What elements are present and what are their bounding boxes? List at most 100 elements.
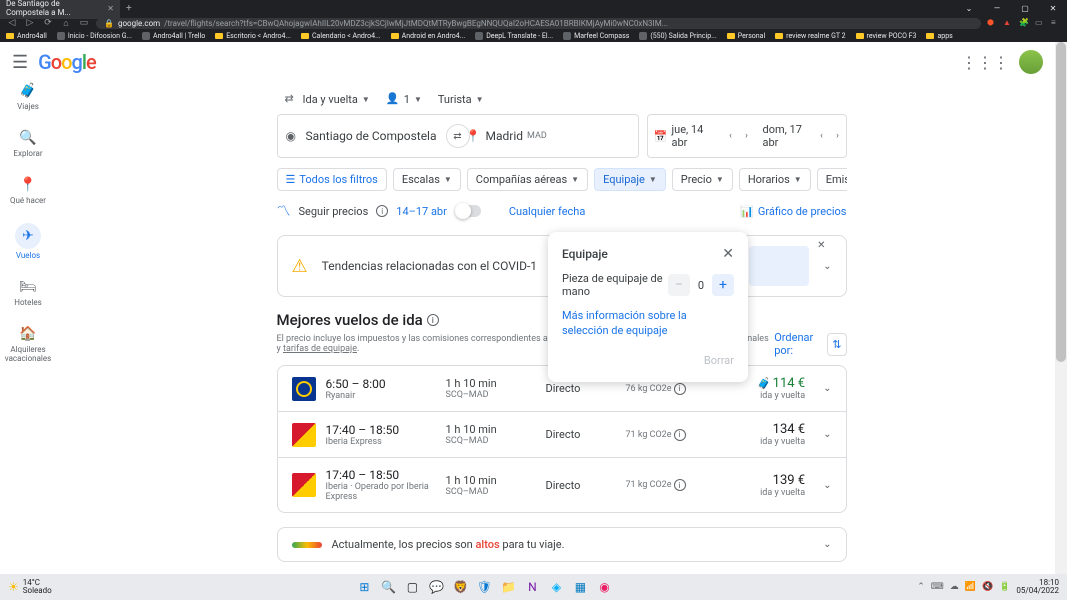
return-prev-button[interactable]: ‹ xyxy=(814,115,830,157)
depart-date-input[interactable]: 📅jue, 14 abr xyxy=(648,115,723,157)
origin-input[interactable]: ◉Santiago de Compostela xyxy=(278,115,458,157)
bookmark-item[interactable]: (550) Salida Princip... xyxy=(639,32,716,40)
depart-prev-button[interactable]: ‹ xyxy=(723,115,739,157)
chevron-down-icon[interactable]: ⌄ xyxy=(823,429,831,440)
scrollbar[interactable] xyxy=(1055,42,1067,574)
app-icon[interactable]: ◉ xyxy=(594,577,614,597)
decrement-button[interactable]: − xyxy=(668,274,690,296)
bookmark-item[interactable]: review realme GT 2 xyxy=(775,32,845,40)
bookmark-item[interactable]: Andro4all | Trello xyxy=(142,32,205,40)
covid-close-button[interactable]: ✕ xyxy=(817,240,825,251)
bookmark-item[interactable]: review POCO F3 xyxy=(856,32,917,40)
clock[interactable]: 18:1005/04/2022 xyxy=(1016,579,1059,595)
class-select[interactable]: Turista▼ xyxy=(438,92,484,106)
sidebar-item-viajes[interactable]: 🧳Viajes xyxy=(17,82,39,111)
bookmark-item[interactable]: Escritorio < Andro4... xyxy=(215,32,291,40)
passengers-select[interactable]: 👤1▼ xyxy=(386,92,422,106)
sidebar-item-vuelos[interactable]: ✈Vuelos xyxy=(15,223,41,260)
language-icon[interactable]: ⌨ xyxy=(931,582,944,592)
sidebar-item-explorar[interactable]: 🔍Explorar xyxy=(13,129,42,158)
nav-device-icon[interactable]: ▭ xyxy=(78,18,90,28)
sort-by-button[interactable]: Ordenar por:⇅ xyxy=(774,331,846,357)
scroll-thumb[interactable] xyxy=(1056,42,1066,362)
bookmark-item[interactable]: apps xyxy=(926,32,952,40)
chevron-down-icon[interactable]: ⌄ xyxy=(823,480,831,491)
sidebar-item-que-hacer[interactable]: 📍Qué hacer xyxy=(10,176,46,205)
bookmark-item[interactable]: Andro4all xyxy=(6,32,47,40)
filter-companias[interactable]: Compañías aéreas▼ xyxy=(467,168,588,191)
user-avatar[interactable] xyxy=(1019,50,1043,74)
onenote-icon[interactable]: N xyxy=(522,577,542,597)
browser-tab[interactable]: De Santiago de Compostela a M... ✕ xyxy=(0,0,120,19)
nav-reload-button[interactable]: ⟳ xyxy=(42,18,54,28)
tab-close-icon[interactable]: ✕ xyxy=(107,4,114,13)
baggage-info-link[interactable]: Más información sobre la selección de eq… xyxy=(562,308,734,339)
filter-escalas[interactable]: Escalas▼ xyxy=(393,168,461,191)
wifi-icon[interactable]: 📶 xyxy=(965,582,976,592)
destination-input[interactable]: 📍Madrid MAD xyxy=(458,115,638,157)
app-icon[interactable]: ◈ xyxy=(546,577,566,597)
chevron-down-icon[interactable]: ⌄ xyxy=(823,539,831,550)
volume-icon[interactable]: 🔇 xyxy=(982,582,993,592)
increment-button[interactable]: + xyxy=(712,274,734,296)
security-icon[interactable]: 🛡 xyxy=(474,577,494,597)
brave-shield-icon[interactable]: ⬢ xyxy=(987,18,997,28)
window-minimize-button[interactable]: — xyxy=(983,0,1011,16)
bookmark-item[interactable]: Calendario < Andro4... xyxy=(301,32,381,40)
explorer-icon[interactable]: 📁 xyxy=(498,577,518,597)
extension-icon[interactable]: ▲ xyxy=(1003,18,1013,28)
filter-all-button[interactable]: ☰Todos los filtros xyxy=(277,168,387,191)
info-icon[interactable]: i xyxy=(376,205,388,217)
price-graph-button[interactable]: 📊Gráfico de precios xyxy=(740,205,846,218)
price-banner[interactable]: Actualmente, los precios son altos para … xyxy=(277,527,847,562)
browser-menu-button[interactable]: ≡ xyxy=(1051,18,1061,28)
task-view-button[interactable]: ▢ xyxy=(402,577,422,597)
bookmark-item[interactable]: Personal xyxy=(727,32,765,40)
brave-icon[interactable]: 🦁 xyxy=(450,577,470,597)
track-dates-toggle[interactable] xyxy=(455,205,481,217)
extensions-button[interactable]: 🧩 xyxy=(1019,18,1029,28)
search-button[interactable]: 🔍 xyxy=(378,577,398,597)
depart-next-button[interactable]: › xyxy=(739,115,755,157)
trello-icon[interactable]: ▦ xyxy=(570,577,590,597)
chevron-down-icon[interactable]: ⌄ xyxy=(823,261,831,272)
start-button[interactable]: ⊞ xyxy=(354,577,374,597)
chevron-down-icon[interactable]: ⌄ xyxy=(823,383,831,394)
nav-forward-button[interactable]: ▷ xyxy=(24,18,36,28)
bookmark-item[interactable]: Inicio - Difoosion G... xyxy=(57,32,132,40)
flight-row[interactable]: 17:40 – 18:50Iberia Express 1 h 10 minSC… xyxy=(278,412,846,458)
google-logo[interactable]: Google xyxy=(38,50,96,74)
swap-locations-button[interactable]: ⇄ xyxy=(446,124,470,148)
filter-horarios[interactable]: Horarios▼ xyxy=(739,168,811,191)
info-icon[interactable]: i xyxy=(674,429,686,441)
tray-chevron-icon[interactable]: ⌃ xyxy=(917,582,925,592)
apps-grid-icon[interactable]: ⋮⋮⋮ xyxy=(961,53,1009,72)
sidebar-item-alquileres[interactable]: 🏠Alquileres vacacionales xyxy=(0,325,56,363)
window-close-button[interactable]: ✕ xyxy=(1039,0,1067,16)
window-more-button[interactable]: ⌄ xyxy=(955,0,983,16)
weather-widget[interactable]: ☀ 14°CSoleado xyxy=(8,579,52,595)
bookmark-item[interactable]: Marfeel Compass xyxy=(563,32,629,40)
info-icon[interactable]: i xyxy=(674,383,686,395)
return-date-input[interactable]: dom, 17 abr xyxy=(755,115,814,157)
menu-button[interactable]: ☰ xyxy=(12,52,28,73)
bookmark-item[interactable]: Android en Andro4... xyxy=(391,32,466,40)
nav-back-button[interactable]: ◁ xyxy=(6,18,18,28)
flight-row[interactable]: 17:40 – 18:50Iberia · Operado por Iberia… xyxy=(278,458,846,512)
sidebar-item-hoteles[interactable]: 🛏Hoteles xyxy=(14,278,41,307)
trip-type-select[interactable]: ⇄Ida y vuelta▼ xyxy=(285,92,370,106)
teams-icon[interactable]: 💬 xyxy=(426,577,446,597)
rewards-icon[interactable]: ▭ xyxy=(1035,18,1045,28)
info-icon[interactable]: i xyxy=(427,314,439,326)
clear-button[interactable]: Borrar xyxy=(704,354,734,367)
filter-equipaje[interactable]: Equipaje▼ xyxy=(594,168,666,191)
bookmark-item[interactable]: DeepL Translate - El... xyxy=(475,32,553,40)
baggage-fees-link[interactable]: tarifas de equipaje xyxy=(283,344,357,354)
battery-icon[interactable]: 🔋 xyxy=(999,582,1010,592)
nav-home-button[interactable]: ⌂ xyxy=(60,18,72,29)
filter-precio[interactable]: Precio▼ xyxy=(672,168,733,191)
onedrive-icon[interactable]: ☁ xyxy=(950,582,959,592)
filter-emisiones[interactable]: Emisiones▼ xyxy=(817,168,847,191)
new-tab-button[interactable]: + xyxy=(126,3,132,14)
return-next-button[interactable]: › xyxy=(830,115,846,157)
